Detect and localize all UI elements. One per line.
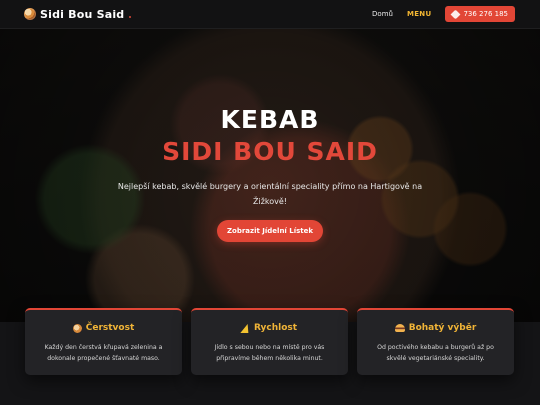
bread-icon	[72, 323, 82, 333]
hero-section: KEBAB SIDI BOU SAID Nejlepší kebab, skvě…	[0, 29, 540, 329]
hero-title-kebab: KEBAB	[220, 105, 320, 134]
feature-title: Rychlost	[191, 323, 348, 333]
nav-links: Domů MENU 736 276 185	[372, 6, 515, 22]
brand-name: Sidi Bou Said	[40, 7, 125, 21]
feature-title: Čerstvost	[25, 323, 182, 333]
phone-icon	[451, 9, 461, 19]
phone-number: 736 276 185	[463, 10, 508, 18]
feature-title-text: Rychlost	[253, 323, 298, 333]
feature-title-text: Čerstvost	[85, 323, 135, 333]
feature-title: Bohatý výběr	[357, 323, 514, 333]
feature-text: Každý den čerstvá křupavá zelenina a dok…	[44, 344, 163, 362]
features-section: Čerstvost Každý den čerstvá křupavá zele…	[0, 308, 540, 405]
brand-logo[interactable]: Sidi Bou Said	[24, 7, 132, 21]
feature-title-text: Bohatý výběr	[408, 323, 477, 333]
hero-title-restaurant: SIDI BOU SAID	[162, 137, 378, 166]
hero-subtitle: Nejlepší kebab, skvělé burgery a orientá…	[117, 182, 423, 206]
phone-button[interactable]: 736 276 185	[445, 6, 515, 22]
lightning-icon	[240, 323, 252, 333]
feature-card-freshness: Čerstvost Každý den čerstvá křupavá zele…	[25, 308, 182, 375]
show-menu-button[interactable]: Zobrazit Jídelní Lístek	[217, 220, 323, 242]
feature-card-speed: Rychlost Jídlo s sebou nebo na místě pro…	[191, 308, 348, 375]
feature-card-variety: Bohatý výběr Od poctivého kebabu a burge…	[357, 308, 514, 375]
feature-text: Od poctivého kebabu a burgerů až po skvě…	[377, 344, 494, 362]
nav-link-home[interactable]: Domů	[372, 10, 393, 18]
top-navbar: Sidi Bou Said Domů MENU 736 276 185	[0, 0, 540, 29]
burger-icon	[394, 324, 405, 332]
nav-link-menu[interactable]: MENU	[407, 10, 432, 18]
bread-icon	[24, 8, 36, 20]
feature-text: Jídlo s sebou nebo na místě pro vás přip…	[214, 344, 325, 362]
brand-dot	[129, 16, 132, 18]
